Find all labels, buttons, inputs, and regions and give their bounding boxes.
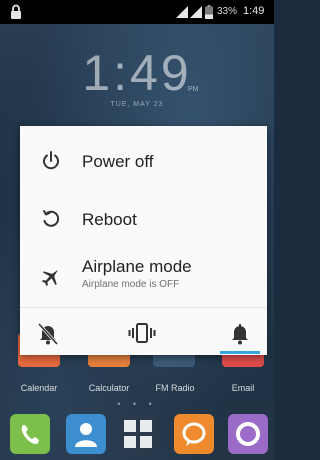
speech-bubble-glyph — [182, 422, 206, 446]
selected-mode-indicator — [220, 351, 260, 354]
browser-glyph — [236, 422, 260, 446]
vibrate-mode-button[interactable] — [124, 318, 160, 348]
silent-mode-icon — [37, 322, 59, 346]
signal-icon — [176, 6, 188, 18]
phone-handset-glyph — [21, 425, 39, 444]
power-off-label: Power off — [82, 152, 154, 171]
signal-icon — [190, 6, 202, 18]
clock-ampm: PM — [188, 86, 199, 93]
silent-mode-button[interactable] — [30, 318, 66, 348]
vibrate-mode-icon — [128, 323, 156, 343]
lock-icon — [11, 4, 21, 19]
airplane-mode-label: Airplane mode — [82, 257, 192, 276]
power-off-item[interactable]: Power off — [20, 140, 267, 184]
reboot-icon — [43, 210, 60, 227]
page-indicator: • • • — [117, 399, 157, 409]
sound-on-mode-icon — [232, 324, 248, 345]
airplane-icon — [41, 269, 59, 287]
app-drawer-icon[interactable] — [118, 414, 158, 454]
airplane-mode-status: Airplane mode is OFF — [82, 279, 180, 290]
grid-glyph — [124, 420, 152, 448]
app-label-email: Email — [231, 383, 255, 393]
app-label-calculator: Calculator — [88, 383, 130, 393]
menu-divider — [20, 307, 267, 308]
browser-icon[interactable] — [228, 414, 268, 454]
battery-percent: 33% — [217, 6, 238, 17]
app-label-fm-radio: FM Radio — [155, 383, 195, 393]
battery-icon — [205, 5, 213, 19]
contacts-icon[interactable] — [66, 414, 106, 454]
messaging-icon[interactable] — [174, 414, 214, 454]
app-label-calendar: Calendar — [20, 383, 58, 393]
reboot-item[interactable]: Reboot — [20, 198, 267, 242]
person-glyph — [75, 423, 97, 447]
lockscreen-date: TUE, MAY 23 — [110, 101, 164, 108]
status-time: 1:49 — [243, 5, 265, 17]
phone-icon[interactable] — [10, 414, 50, 454]
reboot-label: Reboot — [82, 210, 137, 229]
airplane-mode-item[interactable]: Airplane mode Airplane mode is OFF — [20, 250, 267, 298]
power-menu-dialog: Power off Reboot Airplane mode Airplane … — [20, 126, 267, 355]
status-bar: 33% 1:49 — [0, 0, 274, 24]
power-icon — [43, 151, 59, 170]
lockscreen-clock: 1:49 — [82, 45, 192, 101]
sound-on-mode-button[interactable] — [222, 318, 258, 348]
